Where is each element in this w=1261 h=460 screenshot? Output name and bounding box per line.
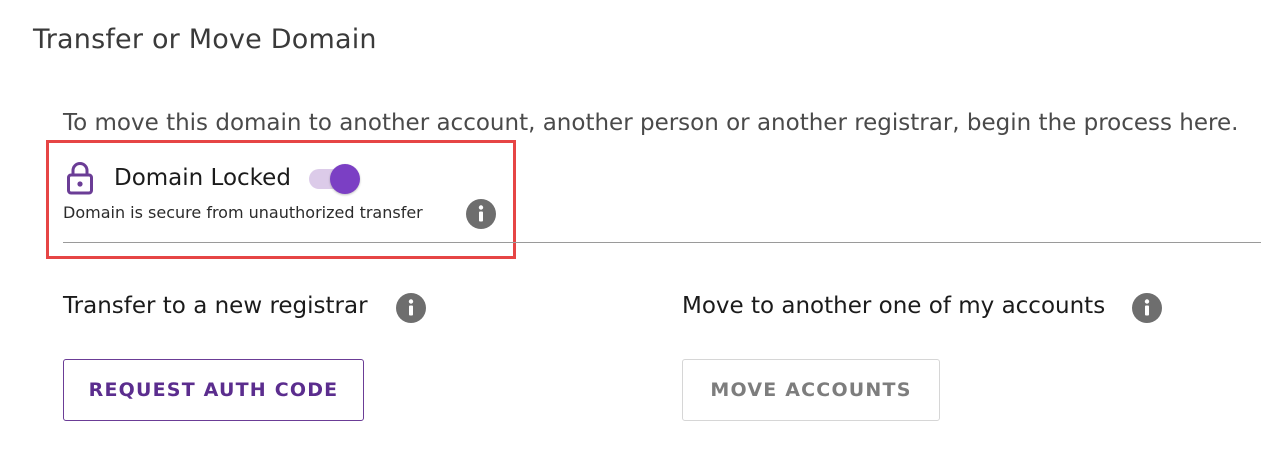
move-accounts-button[interactable]: MOVE ACCOUNTS [682,359,940,421]
lock-icon [66,161,94,195]
domain-locked-label: Domain Locked [114,165,291,191]
move-section-title: Move to another one of my accounts [682,293,1106,319]
transfer-section-title: Transfer to a new registrar [63,293,368,319]
domain-lock-row: Domain Locked [66,160,363,196]
page-title: Transfer or Move Domain [33,24,377,55]
domain-lock-description: Domain is secure from unauthorized trans… [63,203,423,222]
transfer-move-domain-page: Transfer or Move Domain To move this dom… [0,0,1261,460]
request-auth-code-button[interactable]: REQUEST AUTH CODE [63,359,364,421]
toggle-knob [329,164,360,194]
intro-text: To move this domain to another account, … [63,110,1239,136]
info-icon[interactable] [466,199,496,229]
section-divider [63,242,1261,243]
domain-lock-toggle[interactable] [307,162,363,194]
info-icon[interactable] [1132,293,1162,323]
info-icon[interactable] [396,293,426,323]
